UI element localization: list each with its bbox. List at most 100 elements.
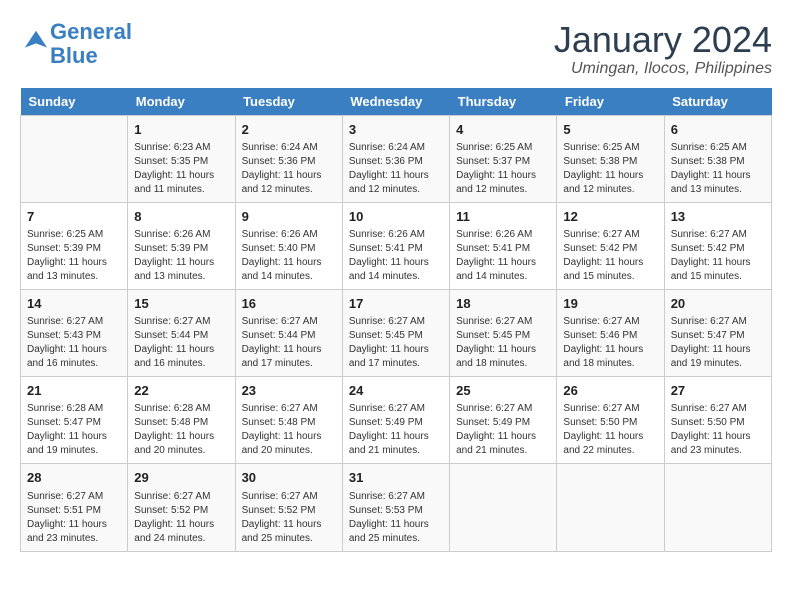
day-info: Sunrise: 6:28 AMSunset: 5:48 PMDaylight:…	[134, 402, 228, 458]
day-number: 7	[27, 208, 121, 226]
calendar-day-cell: 2 Sunrise: 6:24 AMSunset: 5:36 PMDaylight…	[235, 115, 342, 202]
day-info: Sunrise: 6:24 AMSunset: 5:36 PMDaylight:…	[242, 141, 336, 197]
calendar-day-cell: 12 Sunrise: 6:27 AMSunset: 5:42 PMDayligh…	[557, 202, 664, 289]
day-info: Sunrise: 6:27 AMSunset: 5:44 PMDaylight:…	[242, 315, 336, 371]
calendar-day-cell: 5 Sunrise: 6:25 AMSunset: 5:38 PMDaylight…	[557, 115, 664, 202]
calendar-day-cell	[664, 464, 771, 551]
calendar-day-cell: 30 Sunrise: 6:27 AMSunset: 5:52 PMDayligh…	[235, 464, 342, 551]
calendar-day-cell: 29 Sunrise: 6:27 AMSunset: 5:52 PMDayligh…	[128, 464, 235, 551]
day-info: Sunrise: 6:25 AMSunset: 5:38 PMDaylight:…	[563, 141, 657, 197]
day-info: Sunrise: 6:27 AMSunset: 5:45 PMDaylight:…	[349, 315, 443, 371]
day-info: Sunrise: 6:25 AMSunset: 5:39 PMDaylight:…	[27, 228, 121, 284]
calendar-day-cell: 24 Sunrise: 6:27 AMSunset: 5:49 PMDayligh…	[342, 377, 449, 464]
day-number: 2	[242, 121, 336, 139]
day-number: 10	[349, 208, 443, 226]
day-info: Sunrise: 6:27 AMSunset: 5:53 PMDaylight:…	[349, 490, 443, 546]
day-number: 18	[456, 295, 550, 313]
day-number: 25	[456, 382, 550, 400]
day-number: 1	[134, 121, 228, 139]
page-header: General Blue January 2024 Umingan, Iloco…	[20, 20, 772, 78]
calendar-day-cell: 18 Sunrise: 6:27 AMSunset: 5:45 PMDayligh…	[450, 289, 557, 376]
day-info: Sunrise: 6:26 AMSunset: 5:41 PMDaylight:…	[349, 228, 443, 284]
day-number: 29	[134, 469, 228, 487]
day-number: 15	[134, 295, 228, 313]
day-number: 27	[671, 382, 765, 400]
day-info: Sunrise: 6:25 AMSunset: 5:37 PMDaylight:…	[456, 141, 550, 197]
calendar-day-cell: 7 Sunrise: 6:25 AMSunset: 5:39 PMDaylight…	[21, 202, 128, 289]
day-info: Sunrise: 6:27 AMSunset: 5:42 PMDaylight:…	[563, 228, 657, 284]
calendar-day-cell: 27 Sunrise: 6:27 AMSunset: 5:50 PMDayligh…	[664, 377, 771, 464]
calendar-day-cell: 10 Sunrise: 6:26 AMSunset: 5:41 PMDayligh…	[342, 202, 449, 289]
day-number: 17	[349, 295, 443, 313]
calendar-day-cell: 11 Sunrise: 6:26 AMSunset: 5:41 PMDayligh…	[450, 202, 557, 289]
calendar-header-cell: Friday	[557, 88, 664, 116]
day-info: Sunrise: 6:27 AMSunset: 5:49 PMDaylight:…	[456, 402, 550, 458]
day-number: 6	[671, 121, 765, 139]
day-number: 16	[242, 295, 336, 313]
calendar-day-cell	[557, 464, 664, 551]
day-number: 14	[27, 295, 121, 313]
calendar-day-cell: 17 Sunrise: 6:27 AMSunset: 5:45 PMDayligh…	[342, 289, 449, 376]
calendar-header-cell: Sunday	[21, 88, 128, 116]
day-number: 9	[242, 208, 336, 226]
day-info: Sunrise: 6:23 AMSunset: 5:35 PMDaylight:…	[134, 141, 228, 197]
day-number: 8	[134, 208, 228, 226]
day-info: Sunrise: 6:26 AMSunset: 5:41 PMDaylight:…	[456, 228, 550, 284]
calendar-day-cell: 21 Sunrise: 6:28 AMSunset: 5:47 PMDayligh…	[21, 377, 128, 464]
calendar-day-cell: 28 Sunrise: 6:27 AMSunset: 5:51 PMDayligh…	[21, 464, 128, 551]
day-number: 3	[349, 121, 443, 139]
calendar-day-cell: 14 Sunrise: 6:27 AMSunset: 5:43 PMDayligh…	[21, 289, 128, 376]
day-info: Sunrise: 6:27 AMSunset: 5:43 PMDaylight:…	[27, 315, 121, 371]
calendar-day-cell: 4Sunrise: 6:25 AMSunset: 5:37 PMDaylight…	[450, 115, 557, 202]
day-number: 24	[349, 382, 443, 400]
calendar-day-cell: 9 Sunrise: 6:26 AMSunset: 5:40 PMDaylight…	[235, 202, 342, 289]
day-number: 11	[456, 208, 550, 226]
day-number: 28	[27, 469, 121, 487]
calendar-day-cell: 6 Sunrise: 6:25 AMSunset: 5:38 PMDaylight…	[664, 115, 771, 202]
calendar-day-cell	[450, 464, 557, 551]
calendar-week-row: 21 Sunrise: 6:28 AMSunset: 5:47 PMDayligh…	[21, 377, 772, 464]
day-info: Sunrise: 6:27 AMSunset: 5:44 PMDaylight:…	[134, 315, 228, 371]
calendar-day-cell: 16 Sunrise: 6:27 AMSunset: 5:44 PMDayligh…	[235, 289, 342, 376]
calendar-day-cell: 31 Sunrise: 6:27 AMSunset: 5:53 PMDayligh…	[342, 464, 449, 551]
day-info: Sunrise: 6:27 AMSunset: 5:51 PMDaylight:…	[27, 490, 121, 546]
calendar-header-cell: Saturday	[664, 88, 771, 116]
day-info: Sunrise: 6:26 AMSunset: 5:39 PMDaylight:…	[134, 228, 228, 284]
calendar-day-cell: 23Sunrise: 6:27 AMSunset: 5:48 PMDayligh…	[235, 377, 342, 464]
day-info: Sunrise: 6:27 AMSunset: 5:49 PMDaylight:…	[349, 402, 443, 458]
calendar-day-cell: 3 Sunrise: 6:24 AMSunset: 5:36 PMDaylight…	[342, 115, 449, 202]
day-number: 31	[349, 469, 443, 487]
calendar-day-cell: 22Sunrise: 6:28 AMSunset: 5:48 PMDayligh…	[128, 377, 235, 464]
day-info: Sunrise: 6:27 AMSunset: 5:45 PMDaylight:…	[456, 315, 550, 371]
day-info: Sunrise: 6:25 AMSunset: 5:38 PMDaylight:…	[671, 141, 765, 197]
calendar-week-row: 1 Sunrise: 6:23 AMSunset: 5:35 PMDaylight…	[21, 115, 772, 202]
day-info: Sunrise: 6:27 AMSunset: 5:47 PMDaylight:…	[671, 315, 765, 371]
calendar-day-cell	[21, 115, 128, 202]
day-number: 12	[563, 208, 657, 226]
calendar-body: 1 Sunrise: 6:23 AMSunset: 5:35 PMDaylight…	[21, 115, 772, 551]
day-info: Sunrise: 6:27 AMSunset: 5:42 PMDaylight:…	[671, 228, 765, 284]
day-info: Sunrise: 6:28 AMSunset: 5:47 PMDaylight:…	[27, 402, 121, 458]
title-block: January 2024 Umingan, Ilocos, Philippine…	[554, 20, 772, 78]
calendar-day-cell: 13Sunrise: 6:27 AMSunset: 5:42 PMDayligh…	[664, 202, 771, 289]
day-info: Sunrise: 6:27 AMSunset: 5:52 PMDaylight:…	[134, 490, 228, 546]
day-info: Sunrise: 6:27 AMSunset: 5:50 PMDaylight:…	[671, 402, 765, 458]
day-info: Sunrise: 6:27 AMSunset: 5:52 PMDaylight:…	[242, 490, 336, 546]
calendar-day-cell: 15 Sunrise: 6:27 AMSunset: 5:44 PMDayligh…	[128, 289, 235, 376]
calendar-day-cell: 25 Sunrise: 6:27 AMSunset: 5:49 PMDayligh…	[450, 377, 557, 464]
logo-text: General Blue	[50, 20, 132, 68]
logo: General Blue	[20, 20, 132, 68]
calendar-day-cell: 19Sunrise: 6:27 AMSunset: 5:46 PMDayligh…	[557, 289, 664, 376]
day-info: Sunrise: 6:24 AMSunset: 5:36 PMDaylight:…	[349, 141, 443, 197]
day-number: 5	[563, 121, 657, 139]
day-info: Sunrise: 6:27 AMSunset: 5:50 PMDaylight:…	[563, 402, 657, 458]
calendar-header-cell: Thursday	[450, 88, 557, 116]
day-info: Sunrise: 6:27 AMSunset: 5:46 PMDaylight:…	[563, 315, 657, 371]
day-info: Sunrise: 6:27 AMSunset: 5:48 PMDaylight:…	[242, 402, 336, 458]
calendar-header-cell: Tuesday	[235, 88, 342, 116]
calendar-header-cell: Wednesday	[342, 88, 449, 116]
day-info: Sunrise: 6:26 AMSunset: 5:40 PMDaylight:…	[242, 228, 336, 284]
day-number: 30	[242, 469, 336, 487]
day-number: 26	[563, 382, 657, 400]
day-number: 21	[27, 382, 121, 400]
